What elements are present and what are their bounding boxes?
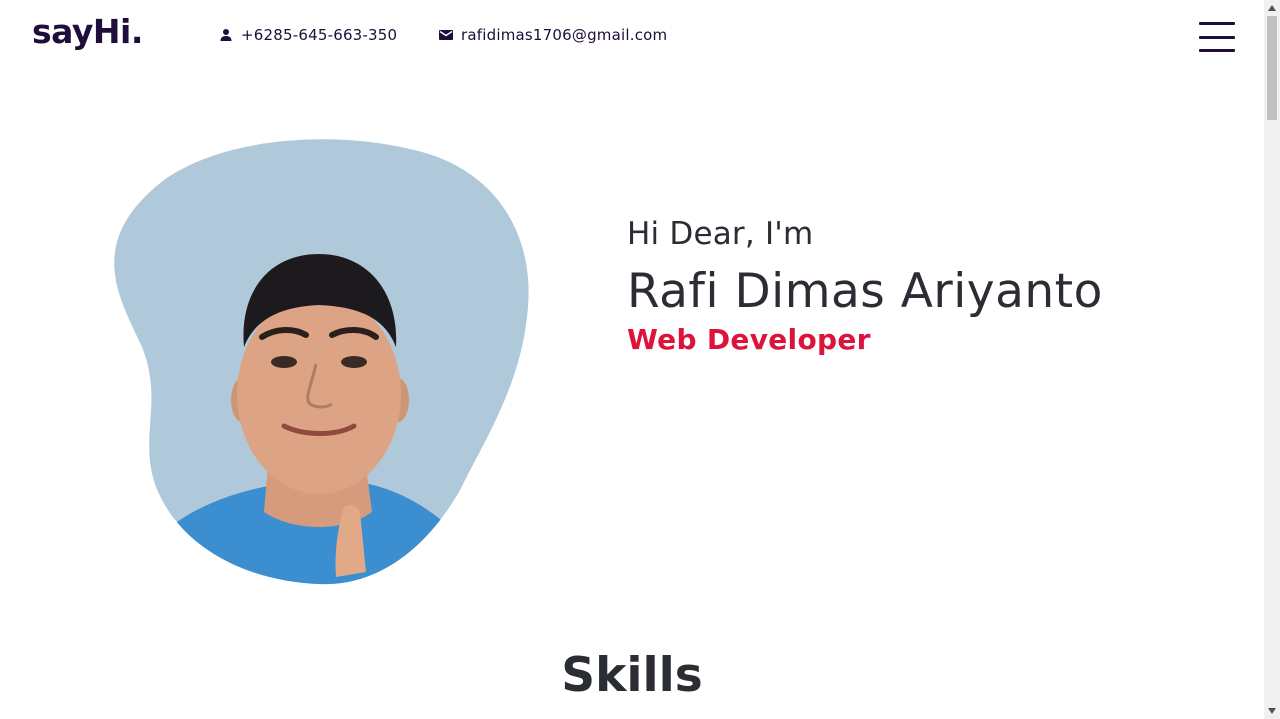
mail-icon: [438, 27, 454, 43]
hero-intro: Hi Dear, I'm Rafi Dimas Ariyanto Web Dev…: [627, 216, 1103, 356]
site-header: sayHi. +6285-645-663-350 rafidimas1706@g…: [0, 0, 1264, 76]
hamburger-menu-icon[interactable]: [1199, 22, 1235, 52]
hero-greeting: Hi Dear, I'm: [627, 216, 814, 252]
email-contact[interactable]: rafidimas1706@gmail.com: [438, 26, 667, 44]
scrollbar-thumb[interactable]: [1267, 16, 1277, 120]
logo[interactable]: sayHi.: [32, 12, 143, 51]
skills-section-title: Skills: [561, 648, 703, 703]
scroll-down-arrow-icon[interactable]: [1264, 703, 1280, 719]
phone-number: +6285-645-663-350: [241, 26, 398, 44]
scroll-up-arrow-icon[interactable]: [1264, 0, 1280, 16]
page: sayHi. +6285-645-663-350 rafidimas1706@g…: [0, 0, 1280, 719]
person-icon: [218, 27, 234, 43]
vertical-scrollbar[interactable]: [1264, 0, 1280, 719]
menu-bar: [1199, 22, 1235, 25]
hero-role: Web Developer: [627, 323, 871, 356]
menu-bar: [1199, 35, 1235, 39]
hero-name: Rafi Dimas Ariyanto: [627, 264, 1103, 319]
email-address: rafidimas1706@gmail.com: [461, 26, 668, 44]
menu-bar: [1199, 49, 1235, 52]
profile-photo: [104, 132, 534, 587]
phone-contact[interactable]: +6285-645-663-350: [218, 26, 397, 44]
